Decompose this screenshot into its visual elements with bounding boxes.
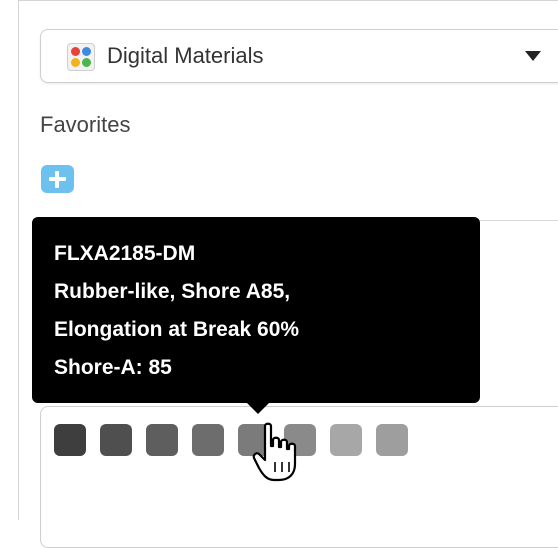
material-swatch[interactable] <box>330 424 362 456</box>
material-swatch[interactable] <box>376 424 408 456</box>
material-swatch[interactable] <box>146 424 178 456</box>
dropdown-selected-value: Digital Materials <box>107 43 264 68</box>
material-swatch[interactable] <box>54 424 86 456</box>
add-favorite-button[interactable] <box>41 165 74 193</box>
material-type-dropdown[interactable]: Digital Materials <box>40 29 558 83</box>
digital-materials-icon <box>67 43 95 71</box>
material-swatch[interactable] <box>100 424 132 456</box>
tooltip-shore: Shore-A: 85 <box>54 356 172 379</box>
tooltip-description: Rubber-like, Shore A85, <box>54 280 291 303</box>
material-swatch[interactable] <box>192 424 224 456</box>
tooltip-arrow <box>246 402 270 414</box>
chevron-down-icon[interactable] <box>525 51 541 61</box>
hand-pointer-icon <box>252 422 297 482</box>
tooltip-material-code: FLXA2185-DM <box>54 242 196 265</box>
tooltip-elongation: Elongation at Break 60% <box>54 318 300 341</box>
favorites-heading: Favorites <box>40 112 131 137</box>
material-tooltip: FLXA2185-DM Rubber-like, Shore A85, Elon… <box>32 217 480 403</box>
